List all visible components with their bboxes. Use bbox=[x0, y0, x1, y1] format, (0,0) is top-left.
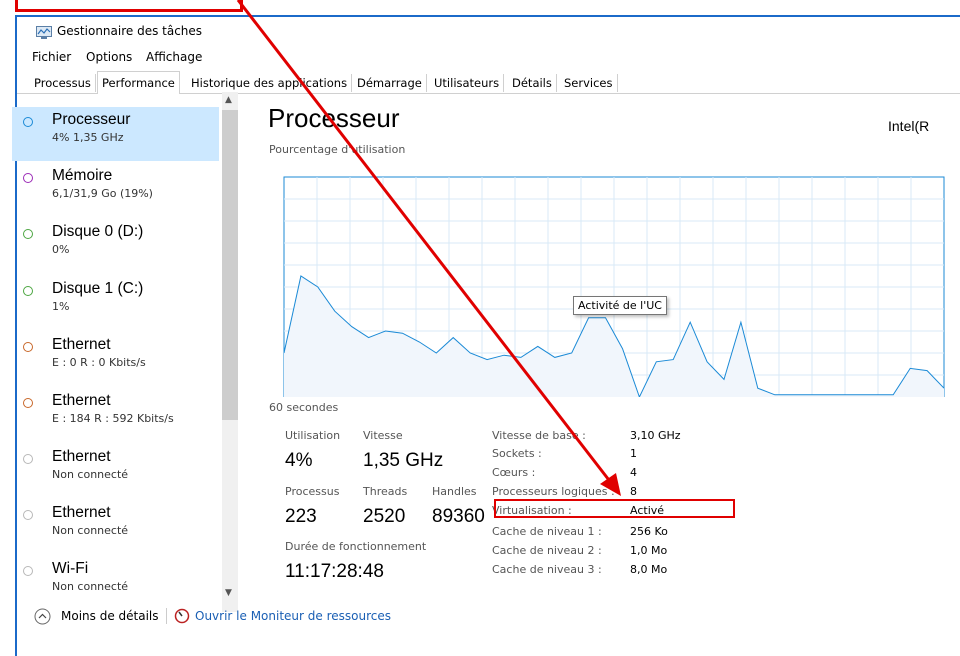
spec-label: Cache de niveau 2 : bbox=[492, 544, 602, 557]
page-title: Processeur bbox=[268, 103, 400, 133]
spec-label: Cache de niveau 3 : bbox=[492, 563, 602, 576]
performance-sidebar: Processeur 4% 1,35 GHz Mémoire 6,1/31,9 … bbox=[12, 90, 220, 605]
annotation-virtualisation-box bbox=[494, 499, 735, 518]
sidebar-item-name: Processeur bbox=[52, 111, 131, 128]
sidebar-item-sub: E : 0 R : 0 Kbits/s bbox=[52, 356, 146, 369]
spec-value: 1,0 Mo bbox=[630, 544, 668, 557]
cpu-utilization-graph bbox=[283, 176, 945, 397]
disk-circle-icon bbox=[23, 229, 33, 239]
cpu-model: Intel(R bbox=[888, 118, 930, 134]
sidebar-item-name: Disque 1 (C:) bbox=[52, 280, 144, 297]
ethernet-circle-icon bbox=[23, 342, 33, 352]
sidebar-item-sub: 0% bbox=[52, 243, 70, 256]
sidebar-item-sub: E : 184 R : 592 Kbits/s bbox=[52, 412, 174, 425]
sidebar-item-memoire[interactable]: Mémoire 6,1/31,9 Go (19%) bbox=[12, 163, 219, 217]
uptime-label: Durée de fonctionnement bbox=[285, 540, 427, 553]
utilization-label: Utilisation bbox=[285, 429, 341, 442]
sidebar-item-name: Ethernet bbox=[52, 392, 111, 409]
annotation-top-box bbox=[15, 0, 243, 12]
sidebar-item-ethernet-1[interactable]: Ethernet E : 0 R : 0 Kbits/s bbox=[12, 332, 219, 386]
sidebar-item-ethernet-4[interactable]: Ethernet Non connecté bbox=[12, 500, 219, 554]
ethernet-circle-icon bbox=[23, 398, 33, 408]
scroll-down-icon[interactable]: ▼ bbox=[225, 588, 232, 598]
sidebar-item-sub: Non connecté bbox=[52, 580, 129, 593]
less-details-link[interactable]: Moins de détails bbox=[61, 609, 159, 623]
time-span-label: 60 secondes bbox=[269, 401, 339, 414]
sidebar-item-wifi[interactable]: Wi-Fi Non connecté bbox=[12, 556, 219, 610]
menu-affichage[interactable]: Affichage bbox=[146, 50, 202, 64]
scroll-up-icon[interactable]: ▲ bbox=[225, 95, 232, 105]
threads-value: 2520 bbox=[363, 506, 406, 527]
title-bar: Gestionnaire des tâches bbox=[17, 17, 960, 47]
processes-value: 223 bbox=[285, 506, 317, 527]
processes-label: Processus bbox=[285, 485, 340, 498]
sidebar-item-sub: 6,1/31,9 Go (19%) bbox=[52, 187, 153, 200]
spec-value: 3,10 GHz bbox=[630, 429, 681, 442]
ethernet-circle-icon bbox=[23, 454, 33, 464]
menu-options[interactable]: Options bbox=[86, 50, 132, 64]
sidebar-item-processeur[interactable]: Processeur 4% 1,35 GHz bbox=[12, 107, 219, 161]
speed-label: Vitesse bbox=[363, 429, 403, 442]
sidebar-scrollbar[interactable]: ▲ ▼ bbox=[222, 92, 238, 612]
ethernet-circle-icon bbox=[23, 510, 33, 520]
processeur-circle-icon bbox=[23, 117, 33, 127]
memoire-circle-icon bbox=[23, 173, 33, 183]
speed-value: 1,35 GHz bbox=[363, 450, 444, 471]
uptime-value: 11:17:28:48 bbox=[285, 561, 384, 582]
spec-label: Sockets : bbox=[492, 447, 542, 460]
scrollbar-thumb[interactable] bbox=[222, 110, 238, 420]
wifi-circle-icon bbox=[23, 566, 33, 576]
sidebar-item-sub: 1% bbox=[52, 300, 70, 313]
spec-value: 8,0 Mo bbox=[630, 563, 668, 576]
tab-services[interactable]: Services bbox=[560, 74, 618, 92]
sidebar-item-name: Wi-Fi bbox=[52, 560, 89, 577]
spec-label: Processeurs logiques : bbox=[492, 485, 615, 498]
spec-label: Vitesse de base : bbox=[492, 429, 586, 442]
sidebar-item-ethernet-3[interactable]: Ethernet Non connecté bbox=[12, 444, 219, 498]
sidebar-item-sub: Non connecté bbox=[52, 468, 129, 481]
utilization-graph-label: Pourcentage d'utilisation bbox=[269, 143, 406, 156]
spec-label: Cache de niveau 1 : bbox=[492, 525, 602, 538]
handles-label: Handles bbox=[432, 485, 477, 498]
sidebar-item-name: Ethernet bbox=[52, 448, 111, 465]
sidebar-item-disque-1[interactable]: Disque 1 (C:) 1% bbox=[12, 276, 219, 330]
sidebar-item-name: Ethernet bbox=[52, 336, 111, 353]
spec-value: 1 bbox=[630, 447, 637, 460]
threads-label: Threads bbox=[363, 485, 408, 498]
resource-monitor-link[interactable]: Ouvrir le Moniteur de ressources bbox=[195, 609, 391, 623]
tab-demarrage[interactable]: Démarrage bbox=[353, 74, 427, 92]
chevron-up-circle-icon[interactable] bbox=[34, 608, 51, 625]
sidebar-item-sub: Non connecté bbox=[52, 524, 129, 537]
spec-value: 4 bbox=[630, 466, 637, 479]
window-title: Gestionnaire des tâches bbox=[57, 24, 203, 38]
footer-divider bbox=[166, 608, 167, 624]
sidebar-item-disque-0[interactable]: Disque 0 (D:) 0% bbox=[12, 219, 219, 273]
tab-utilisateurs[interactable]: Utilisateurs bbox=[430, 74, 505, 92]
sidebar-item-name: Ethernet bbox=[52, 504, 111, 521]
sidebar-item-name: Mémoire bbox=[52, 167, 113, 184]
menu-fichier[interactable]: Fichier bbox=[32, 50, 71, 64]
cpu-activity-tooltip: Activité de l'UC bbox=[573, 296, 667, 315]
spec-label: Cœurs : bbox=[492, 466, 536, 479]
spec-value: 8 bbox=[630, 485, 637, 498]
spec-value: 256 Ko bbox=[630, 525, 668, 538]
utilization-value: 4% bbox=[285, 450, 313, 471]
sidebar-item-sub: 4% 1,35 GHz bbox=[52, 131, 124, 144]
disk-circle-icon bbox=[23, 286, 33, 296]
sidebar-item-name: Disque 0 (D:) bbox=[52, 223, 144, 240]
handles-value: 89360 bbox=[432, 506, 485, 527]
sidebar-item-ethernet-2[interactable]: Ethernet E : 184 R : 592 Kbits/s bbox=[12, 388, 219, 442]
resource-monitor-icon[interactable] bbox=[174, 608, 190, 624]
task-manager-icon bbox=[36, 26, 52, 39]
tab-details[interactable]: Détails bbox=[508, 74, 557, 92]
